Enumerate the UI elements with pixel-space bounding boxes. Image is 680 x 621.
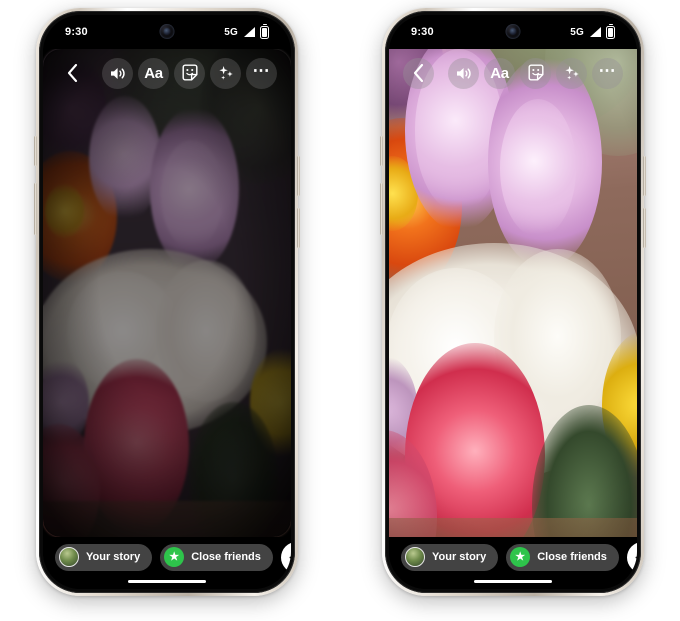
text-tool-label: Aa	[490, 64, 509, 82]
toolbar-actions: Aa ⋯	[448, 57, 623, 89]
next-button[interactable]	[280, 541, 291, 573]
text-tool-label: Aa	[144, 64, 163, 82]
sparkles-icon	[564, 66, 579, 80]
next-button[interactable]	[626, 541, 637, 573]
story-toolbar-before: Aa ⋯	[43, 53, 291, 93]
comparison-stage: 9:30 5G Aa ⋯ Your story ★ Close friends …	[0, 0, 680, 621]
speaker-icon	[111, 67, 125, 79]
back-button[interactable]	[403, 57, 434, 89]
power-button[interactable]	[34, 136, 37, 166]
text-tool-button[interactable]: Aa	[138, 57, 169, 89]
phone-screen-before: 9:30 5G Aa ⋯ Your story ★ Close friends	[43, 15, 291, 589]
signal-bars-icon	[244, 27, 255, 37]
volume-up-button[interactable]	[643, 156, 646, 196]
phone-screen-after: 9:30 5G Aa ⋯ Your story ★ Close friends	[389, 15, 637, 589]
action-button[interactable]	[380, 183, 383, 235]
arrow-right-icon	[635, 556, 637, 558]
arrow-right-icon	[289, 556, 291, 558]
effects-tool-button[interactable]	[210, 57, 241, 89]
effects-tool-button[interactable]	[556, 57, 587, 89]
sticker-tool-button[interactable]	[174, 57, 205, 89]
close-friends-button[interactable]: ★ Close friends	[160, 543, 273, 571]
story-media-area-before[interactable]	[43, 49, 291, 537]
volume-down-button[interactable]	[643, 208, 646, 248]
close-friends-star-icon: ★	[164, 547, 185, 567]
power-button[interactable]	[380, 136, 383, 166]
your-story-label: Your story	[86, 551, 141, 563]
more-options-button[interactable]: ⋯	[246, 57, 277, 89]
back-button[interactable]	[57, 58, 88, 89]
chevron-left-icon	[67, 64, 78, 82]
more-options-button[interactable]: ⋯	[592, 57, 623, 89]
photo-vignette	[43, 49, 291, 537]
action-button[interactable]	[34, 183, 37, 235]
speaker-icon	[457, 67, 471, 79]
phone-bezel: 9:30 5G Aa ⋯ Your story ★ Close friends	[39, 11, 295, 593]
ellipsis-icon: ⋯	[598, 60, 617, 80]
sparkles-icon	[218, 66, 233, 80]
network-type-label: 5G	[224, 26, 238, 38]
your-story-button[interactable]: Your story	[401, 543, 499, 571]
chevron-left-icon	[413, 64, 424, 82]
close-friends-label: Close friends	[191, 551, 261, 563]
sticker-icon	[527, 64, 544, 81]
story-photo-after	[389, 49, 637, 537]
close-friends-button[interactable]: ★ Close friends	[506, 543, 619, 571]
sticker-icon	[181, 64, 198, 81]
photo-vignette	[389, 49, 637, 537]
status-time: 9:30	[411, 26, 434, 38]
toolbar-actions: Aa ⋯	[102, 57, 277, 89]
close-friends-label: Close friends	[537, 551, 607, 563]
battery-icon	[260, 25, 269, 39]
sticker-tool-button[interactable]	[520, 57, 551, 89]
home-indicator	[128, 579, 206, 583]
volume-down-button[interactable]	[297, 208, 300, 248]
network-type-label: 5G	[570, 26, 584, 38]
status-indicators: 5G	[570, 25, 615, 39]
phone-mockup-after: 9:30 5G Aa ⋯ Your story ★ Close friends	[380, 8, 646, 596]
front-camera-icon	[159, 24, 175, 39]
battery-icon	[606, 25, 615, 39]
text-tool-button[interactable]: Aa	[484, 57, 515, 89]
story-media-area-after[interactable]	[389, 49, 637, 537]
phone-mockup-before: 9:30 5G Aa ⋯ Your story ★ Close friends	[34, 8, 300, 596]
status-time: 9:30	[65, 26, 88, 38]
front-camera-icon	[505, 24, 521, 39]
volume-up-button[interactable]	[297, 156, 300, 196]
sound-toggle-button[interactable]	[448, 57, 479, 89]
story-photo-before	[43, 49, 291, 537]
avatar	[59, 547, 79, 567]
ellipsis-icon: ⋯	[252, 60, 271, 80]
your-story-label: Your story	[432, 551, 487, 563]
your-story-button[interactable]: Your story	[55, 543, 153, 571]
phone-bezel: 9:30 5G Aa ⋯ Your story ★ Close friends	[385, 11, 641, 593]
avatar	[405, 547, 425, 567]
signal-bars-icon	[590, 27, 601, 37]
sound-toggle-button[interactable]	[102, 57, 133, 89]
close-friends-star-icon: ★	[510, 547, 531, 567]
status-indicators: 5G	[224, 25, 269, 39]
story-toolbar-after: Aa ⋯	[389, 53, 637, 93]
home-indicator	[474, 579, 552, 583]
